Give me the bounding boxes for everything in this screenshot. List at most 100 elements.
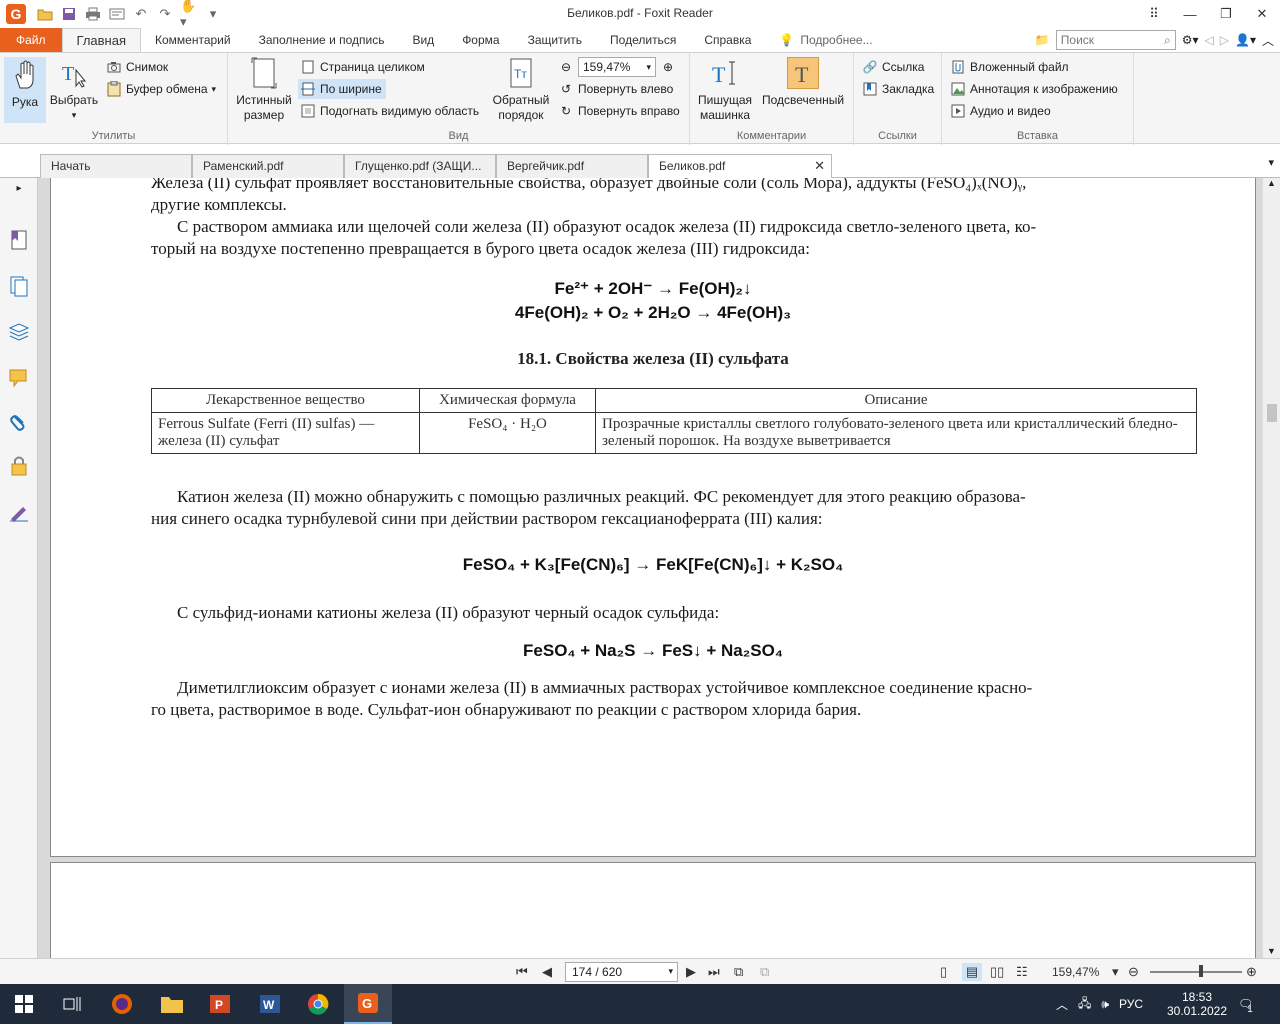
undo-icon[interactable]: ↶ bbox=[132, 5, 150, 23]
hand-tool-button[interactable]: Рука bbox=[4, 57, 46, 123]
tab-form[interactable]: Форма bbox=[448, 28, 513, 52]
user-icon[interactable]: 👤▾ bbox=[1235, 33, 1256, 47]
zoom-out-icon[interactable]: ⊖ bbox=[558, 59, 574, 75]
zoom-dropdown-icon[interactable]: ▾ bbox=[1112, 963, 1119, 981]
doc-tab-vergeychik[interactable]: Вергейчик.pdf bbox=[496, 154, 648, 178]
properties-icon[interactable] bbox=[108, 5, 126, 23]
next-view-icon[interactable]: ⧉ bbox=[760, 963, 769, 981]
print-icon[interactable] bbox=[84, 5, 102, 23]
signature-panel-icon[interactable] bbox=[7, 500, 31, 524]
redo-icon[interactable]: ↷ bbox=[156, 5, 174, 23]
save-icon[interactable] bbox=[60, 5, 78, 23]
first-page-icon[interactable]: ⏮ bbox=[516, 963, 528, 981]
foxit-taskbar-button[interactable]: G bbox=[344, 984, 392, 1024]
scroll-up-icon[interactable]: ▲ bbox=[1267, 178, 1276, 188]
close-button[interactable]: ✕ bbox=[1244, 0, 1280, 28]
snapshot-button[interactable]: Снимок bbox=[106, 57, 168, 77]
clock[interactable]: 18:53 30.01.2022 bbox=[1162, 984, 1232, 1024]
image-annotation-button[interactable]: Аннотация к изображению bbox=[950, 79, 1118, 99]
collapse-ribbon-icon[interactable]: ︿ bbox=[1262, 32, 1274, 49]
speaker-icon[interactable]: 🕪 bbox=[1101, 997, 1109, 1012]
continuous-page-icon[interactable]: ▤ bbox=[962, 963, 982, 981]
typewriter-button[interactable]: T Пишущая машинка bbox=[696, 57, 754, 123]
hand-tool-dropdown-icon[interactable]: ✋▾ bbox=[180, 0, 198, 29]
firefox-taskbar-button[interactable] bbox=[98, 984, 146, 1024]
single-page-icon[interactable]: ▯ bbox=[940, 963, 947, 981]
panel-expand-icon[interactable]: ▸ bbox=[7, 178, 31, 198]
fit-visible-button[interactable]: Подогнать видимую область bbox=[300, 101, 479, 121]
language-indicator[interactable]: РУС bbox=[1119, 997, 1143, 1011]
vertical-scrollbar[interactable]: ▲ ▼ bbox=[1262, 178, 1280, 958]
explorer-taskbar-button[interactable] bbox=[148, 984, 196, 1024]
tab-protect[interactable]: Защитить bbox=[514, 28, 596, 52]
fit-width-button[interactable]: По ширине bbox=[298, 79, 386, 99]
bookmark-button[interactable]: Закладка bbox=[862, 79, 934, 99]
zoom-slider-knob[interactable] bbox=[1199, 965, 1203, 977]
tab-view[interactable]: Вид bbox=[398, 28, 448, 52]
zoom-slider[interactable] bbox=[1150, 971, 1242, 973]
doc-tab-glushchenko[interactable]: Глущенко.pdf (ЗАЩИ... bbox=[344, 154, 496, 178]
clipboard-button[interactable]: Буфер обмена ▾ bbox=[106, 79, 216, 99]
open-icon[interactable] bbox=[36, 5, 54, 23]
pages-panel-icon[interactable] bbox=[7, 274, 31, 298]
network-icon[interactable]: 🖧 bbox=[1078, 994, 1091, 1015]
tray-overflow-icon[interactable]: ︿ bbox=[1056, 996, 1068, 1013]
zoom-in-icon[interactable]: ⊕ bbox=[1246, 963, 1257, 981]
actual-size-button[interactable]: Истинный размер bbox=[234, 57, 294, 123]
previous-view-icon[interactable]: ⧉ bbox=[734, 963, 743, 981]
folder-search-icon[interactable]: 📁 bbox=[1035, 33, 1050, 47]
zoom-out-icon[interactable]: ⊖ bbox=[1128, 963, 1139, 981]
page-number-input[interactable]: 174 / 620 ▾ bbox=[565, 962, 678, 982]
minimize-button[interactable]: — bbox=[1172, 0, 1208, 28]
scrollbar-thumb[interactable] bbox=[1267, 404, 1277, 422]
nav-forward-icon[interactable]: ▷ bbox=[1220, 33, 1229, 47]
layout-icon[interactable]: ⠿ bbox=[1136, 0, 1172, 28]
close-tab-icon[interactable]: ✕ bbox=[814, 158, 825, 174]
highlight-button[interactable]: T Подсвеченный bbox=[758, 57, 848, 108]
zoom-select[interactable]: 159,47% ▾ bbox=[578, 57, 656, 77]
document-view[interactable]: Железа (II) сульфат проявляет восстанови… bbox=[38, 178, 1262, 958]
search-icon[interactable]: ⌕ bbox=[1164, 33, 1171, 48]
attachment-button[interactable]: Вложенный файл bbox=[950, 57, 1069, 77]
nav-back-icon[interactable]: ◁ bbox=[1205, 33, 1214, 47]
start-button[interactable] bbox=[0, 984, 48, 1024]
doc-tab-belikov[interactable]: Беликов.pdf ✕ bbox=[648, 154, 832, 179]
last-page-icon[interactable]: ⏭ bbox=[708, 963, 720, 981]
doc-tab-ramensky[interactable]: Раменский.pdf bbox=[192, 154, 344, 178]
attachments-panel-icon[interactable] bbox=[7, 410, 31, 434]
tab-fill-sign[interactable]: Заполнение и подпись bbox=[245, 28, 399, 52]
settings-icon[interactable]: ⚙▾ bbox=[1182, 33, 1199, 47]
tab-list-icon[interactable]: ▾ bbox=[1268, 156, 1274, 169]
task-view-button[interactable] bbox=[48, 984, 96, 1024]
lock-icon[interactable] bbox=[7, 454, 31, 478]
comments-panel-icon[interactable] bbox=[7, 366, 31, 390]
tab-home[interactable]: Главная bbox=[61, 28, 141, 52]
audio-video-button[interactable]: Аудио и видео bbox=[950, 101, 1051, 121]
reverse-order-button[interactable]: Tт Обратный порядок bbox=[490, 57, 552, 123]
fit-page-button[interactable]: Страница целиком bbox=[300, 57, 425, 77]
tab-comment[interactable]: Комментарий bbox=[141, 28, 245, 52]
select-tool-button[interactable]: T Выбрать ▾ bbox=[48, 57, 100, 123]
rotate-right-button[interactable]: ↻ Повернуть вправо bbox=[558, 101, 680, 121]
link-button[interactable]: 🔗 Ссылка bbox=[862, 57, 925, 77]
notifications-button[interactable]: 🗨 1 bbox=[1238, 984, 1253, 1024]
layers-panel-icon[interactable] bbox=[7, 320, 31, 344]
rotate-left-button[interactable]: ↺ Повернуть влево bbox=[558, 79, 673, 99]
doc-tab-start[interactable]: Начать bbox=[40, 154, 192, 178]
tab-help[interactable]: Справка bbox=[690, 28, 765, 52]
word-taskbar-button[interactable]: W bbox=[246, 984, 294, 1024]
next-page-icon[interactable]: ▶ bbox=[686, 963, 696, 981]
continuous-facing-icon[interactable]: ☷ bbox=[1016, 963, 1028, 981]
powerpoint-taskbar-button[interactable]: P bbox=[196, 984, 244, 1024]
zoom-in-icon[interactable]: ⊕ bbox=[660, 59, 676, 75]
bookmarks-panel-icon[interactable] bbox=[7, 228, 31, 252]
tab-file[interactable]: Файл bbox=[0, 28, 62, 52]
chrome-taskbar-button[interactable] bbox=[294, 984, 342, 1024]
tab-share[interactable]: Поделиться bbox=[596, 28, 690, 52]
customize-qat-icon[interactable]: ▾ bbox=[204, 5, 222, 23]
facing-page-icon[interactable]: ▯▯ bbox=[990, 963, 1004, 981]
previous-page-icon[interactable]: ◀ bbox=[542, 963, 552, 981]
scroll-down-icon[interactable]: ▼ bbox=[1267, 946, 1276, 956]
search-input[interactable]: Поиск ⌕ bbox=[1055, 30, 1176, 50]
tell-me[interactable]: 💡 Подробнее... bbox=[765, 28, 886, 52]
